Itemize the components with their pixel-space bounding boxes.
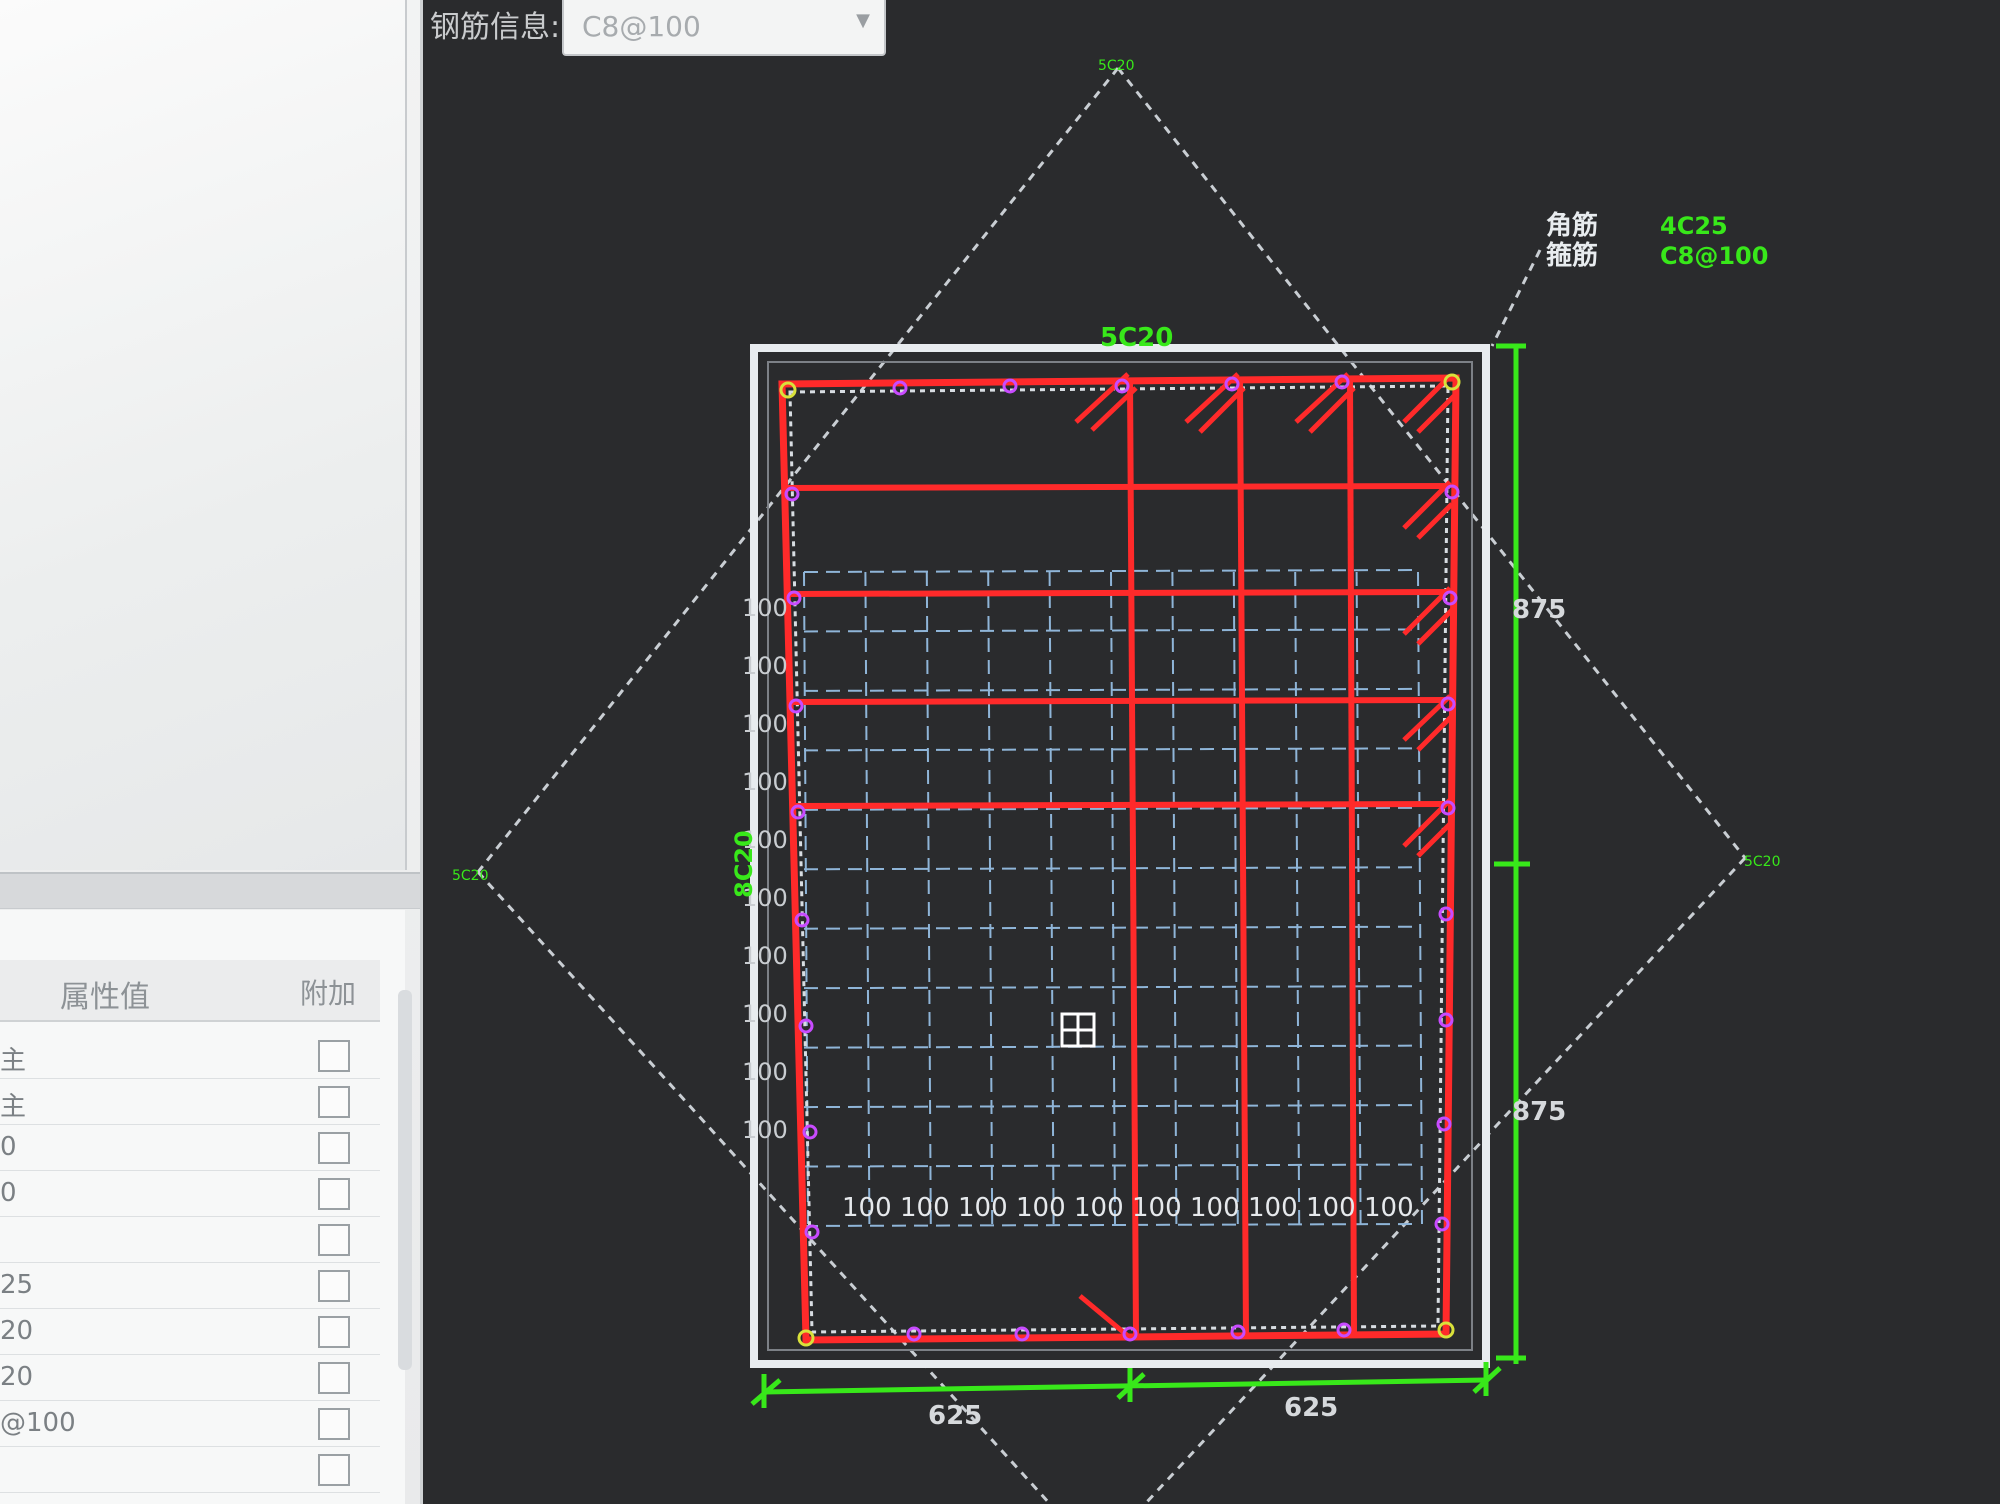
- grid-line-vertical: [987, 571, 994, 1227]
- property-row[interactable]: 0: [0, 1170, 380, 1217]
- grid-bottom-label: 100: [1306, 1193, 1356, 1223]
- grid-line-vertical: [925, 571, 932, 1227]
- dimension-right-lower[interactable]: 875: [1512, 1097, 1566, 1127]
- legend-leader-line: [1490, 249, 1542, 347]
- append-checkbox[interactable]: [318, 1408, 350, 1440]
- insertion-point-icon[interactable]: [1060, 1012, 1096, 1048]
- property-row[interactable]: 0: [0, 1124, 380, 1171]
- append-checkbox[interactable]: [318, 1086, 350, 1118]
- legend-stirrup-label: 箍筋: [1546, 240, 1598, 271]
- top-side-bars-label[interactable]: 5C20: [1100, 323, 1173, 353]
- grid-line-vertical: [1294, 571, 1301, 1227]
- grid-line-vertical: [1171, 571, 1178, 1227]
- grid-line-vertical: [1110, 571, 1116, 1227]
- legend-corner-bar-label: 角筋: [1546, 210, 1598, 241]
- property-grid-header: 属性值 附加: [0, 960, 380, 1022]
- grid-bottom-label: 100: [1248, 1193, 1298, 1223]
- grid-bottom-label: 100: [1132, 1193, 1182, 1223]
- grid-left-label: 100: [742, 768, 788, 796]
- diamond-label-top[interactable]: 5C20: [1098, 58, 1135, 74]
- property-value: 主: [0, 1092, 27, 1122]
- grid-line-vertical: [1417, 571, 1423, 1227]
- grid-line-horizontal: [803, 1104, 1419, 1109]
- rebar-node[interactable]: [804, 1224, 820, 1240]
- property-row[interactable]: 主: [0, 1078, 380, 1125]
- grid-line-vertical: [864, 571, 871, 1227]
- property-value: 25: [0, 1270, 34, 1300]
- append-checkbox[interactable]: [318, 1224, 350, 1256]
- dimension-bottom-right[interactable]: 625: [1284, 1393, 1338, 1423]
- grid-left-label: 100: [742, 942, 788, 970]
- append-checkbox[interactable]: [318, 1178, 350, 1210]
- property-grid-scrollbar[interactable]: [398, 990, 412, 1370]
- grid-line-vertical: [1355, 571, 1362, 1227]
- dimension-lines: [750, 343, 1530, 1408]
- grid-left-label: 100: [742, 1116, 788, 1144]
- property-row[interactable]: @100: [0, 1400, 380, 1447]
- property-row[interactable]: 主: [0, 1032, 380, 1079]
- append-checkbox[interactable]: [318, 1316, 350, 1348]
- grid-left-label: 100: [742, 710, 788, 738]
- property-row[interactable]: 20: [0, 1354, 380, 1401]
- append-checkbox[interactable]: [318, 1454, 350, 1486]
- grid-bottom-label: 100: [1016, 1193, 1066, 1223]
- left-panel: 属性值 附加 主 主 0 0 25 20 20 @100: [0, 0, 423, 1504]
- grid-line-horizontal: [803, 866, 1419, 871]
- grid-bottom-label: 100: [958, 1193, 1008, 1223]
- diamond-label-right[interactable]: 5C20: [1744, 854, 1781, 870]
- property-row[interactable]: 25: [0, 1262, 380, 1309]
- grid-left-label: 100: [742, 594, 788, 622]
- grid-left-label: 100: [742, 1058, 788, 1086]
- legend-stirrup-value[interactable]: C8@100: [1660, 242, 1768, 270]
- diamond-label-left[interactable]: 5C20: [452, 868, 489, 884]
- property-value: 0: [0, 1132, 17, 1162]
- column-header-value[interactable]: 属性值: [60, 972, 150, 1016]
- grid-line-horizontal: [803, 1223, 1419, 1227]
- property-value: 20: [0, 1316, 34, 1346]
- grid-line-horizontal: [803, 1163, 1419, 1168]
- panel-splitter[interactable]: [0, 872, 420, 909]
- grid-line-horizontal: [803, 1044, 1419, 1049]
- append-checkbox[interactable]: [318, 1362, 350, 1394]
- property-value: @100: [0, 1408, 76, 1438]
- grid-left-label: 100: [742, 1000, 788, 1028]
- grid-line-horizontal: [803, 747, 1419, 752]
- grid-bottom-label: 100: [1074, 1193, 1124, 1223]
- property-row[interactable]: 20: [0, 1308, 380, 1355]
- left-side-bars-label[interactable]: 8C20: [730, 830, 758, 898]
- component-tree-pane: [0, 0, 407, 870]
- grid-line-horizontal: [803, 925, 1419, 930]
- grid-line-vertical: [1048, 571, 1055, 1227]
- append-checkbox[interactable]: [318, 1040, 350, 1072]
- grid-line-horizontal: [803, 569, 1419, 573]
- property-row[interactable]: [0, 1216, 380, 1263]
- legend-corner-bar-value[interactable]: 4C25: [1660, 212, 1728, 240]
- grid-bottom-labels: 100 100 100 100 100 100 100 100 100 100: [842, 1193, 1414, 1223]
- grid-left-label: 100: [742, 652, 788, 680]
- property-grid: 属性值 附加 主 主 0 0 25 20 20 @100: [0, 910, 405, 1504]
- append-checkbox[interactable]: [318, 1132, 350, 1164]
- grid-line-horizontal: [803, 985, 1419, 990]
- grid-bottom-label: 100: [900, 1193, 950, 1223]
- property-row[interactable]: [0, 1446, 380, 1493]
- spacing-grid: [803, 569, 1423, 1227]
- grid-line-vertical: [1232, 571, 1239, 1227]
- append-checkbox[interactable]: [318, 1270, 350, 1302]
- column-section-canvas[interactable]: 100 100 100 100 100 100 100 100 100 100 100100100…: [425, 0, 2000, 1504]
- property-value: 0: [0, 1178, 17, 1208]
- property-value: 主: [0, 1046, 27, 1076]
- column-header-append[interactable]: 附加: [300, 972, 356, 1012]
- dimension-bottom-left[interactable]: 625: [928, 1401, 982, 1431]
- property-value: 20: [0, 1362, 34, 1392]
- grid-bottom-label: 100: [1190, 1193, 1240, 1223]
- diamond-tie: [476, 67, 1747, 1504]
- rebar-node[interactable]: [802, 1124, 818, 1140]
- grid-bottom-label: 100: [1364, 1193, 1414, 1223]
- dimension-right-upper[interactable]: 875: [1512, 595, 1566, 625]
- grid-bottom-label: 100: [842, 1193, 892, 1223]
